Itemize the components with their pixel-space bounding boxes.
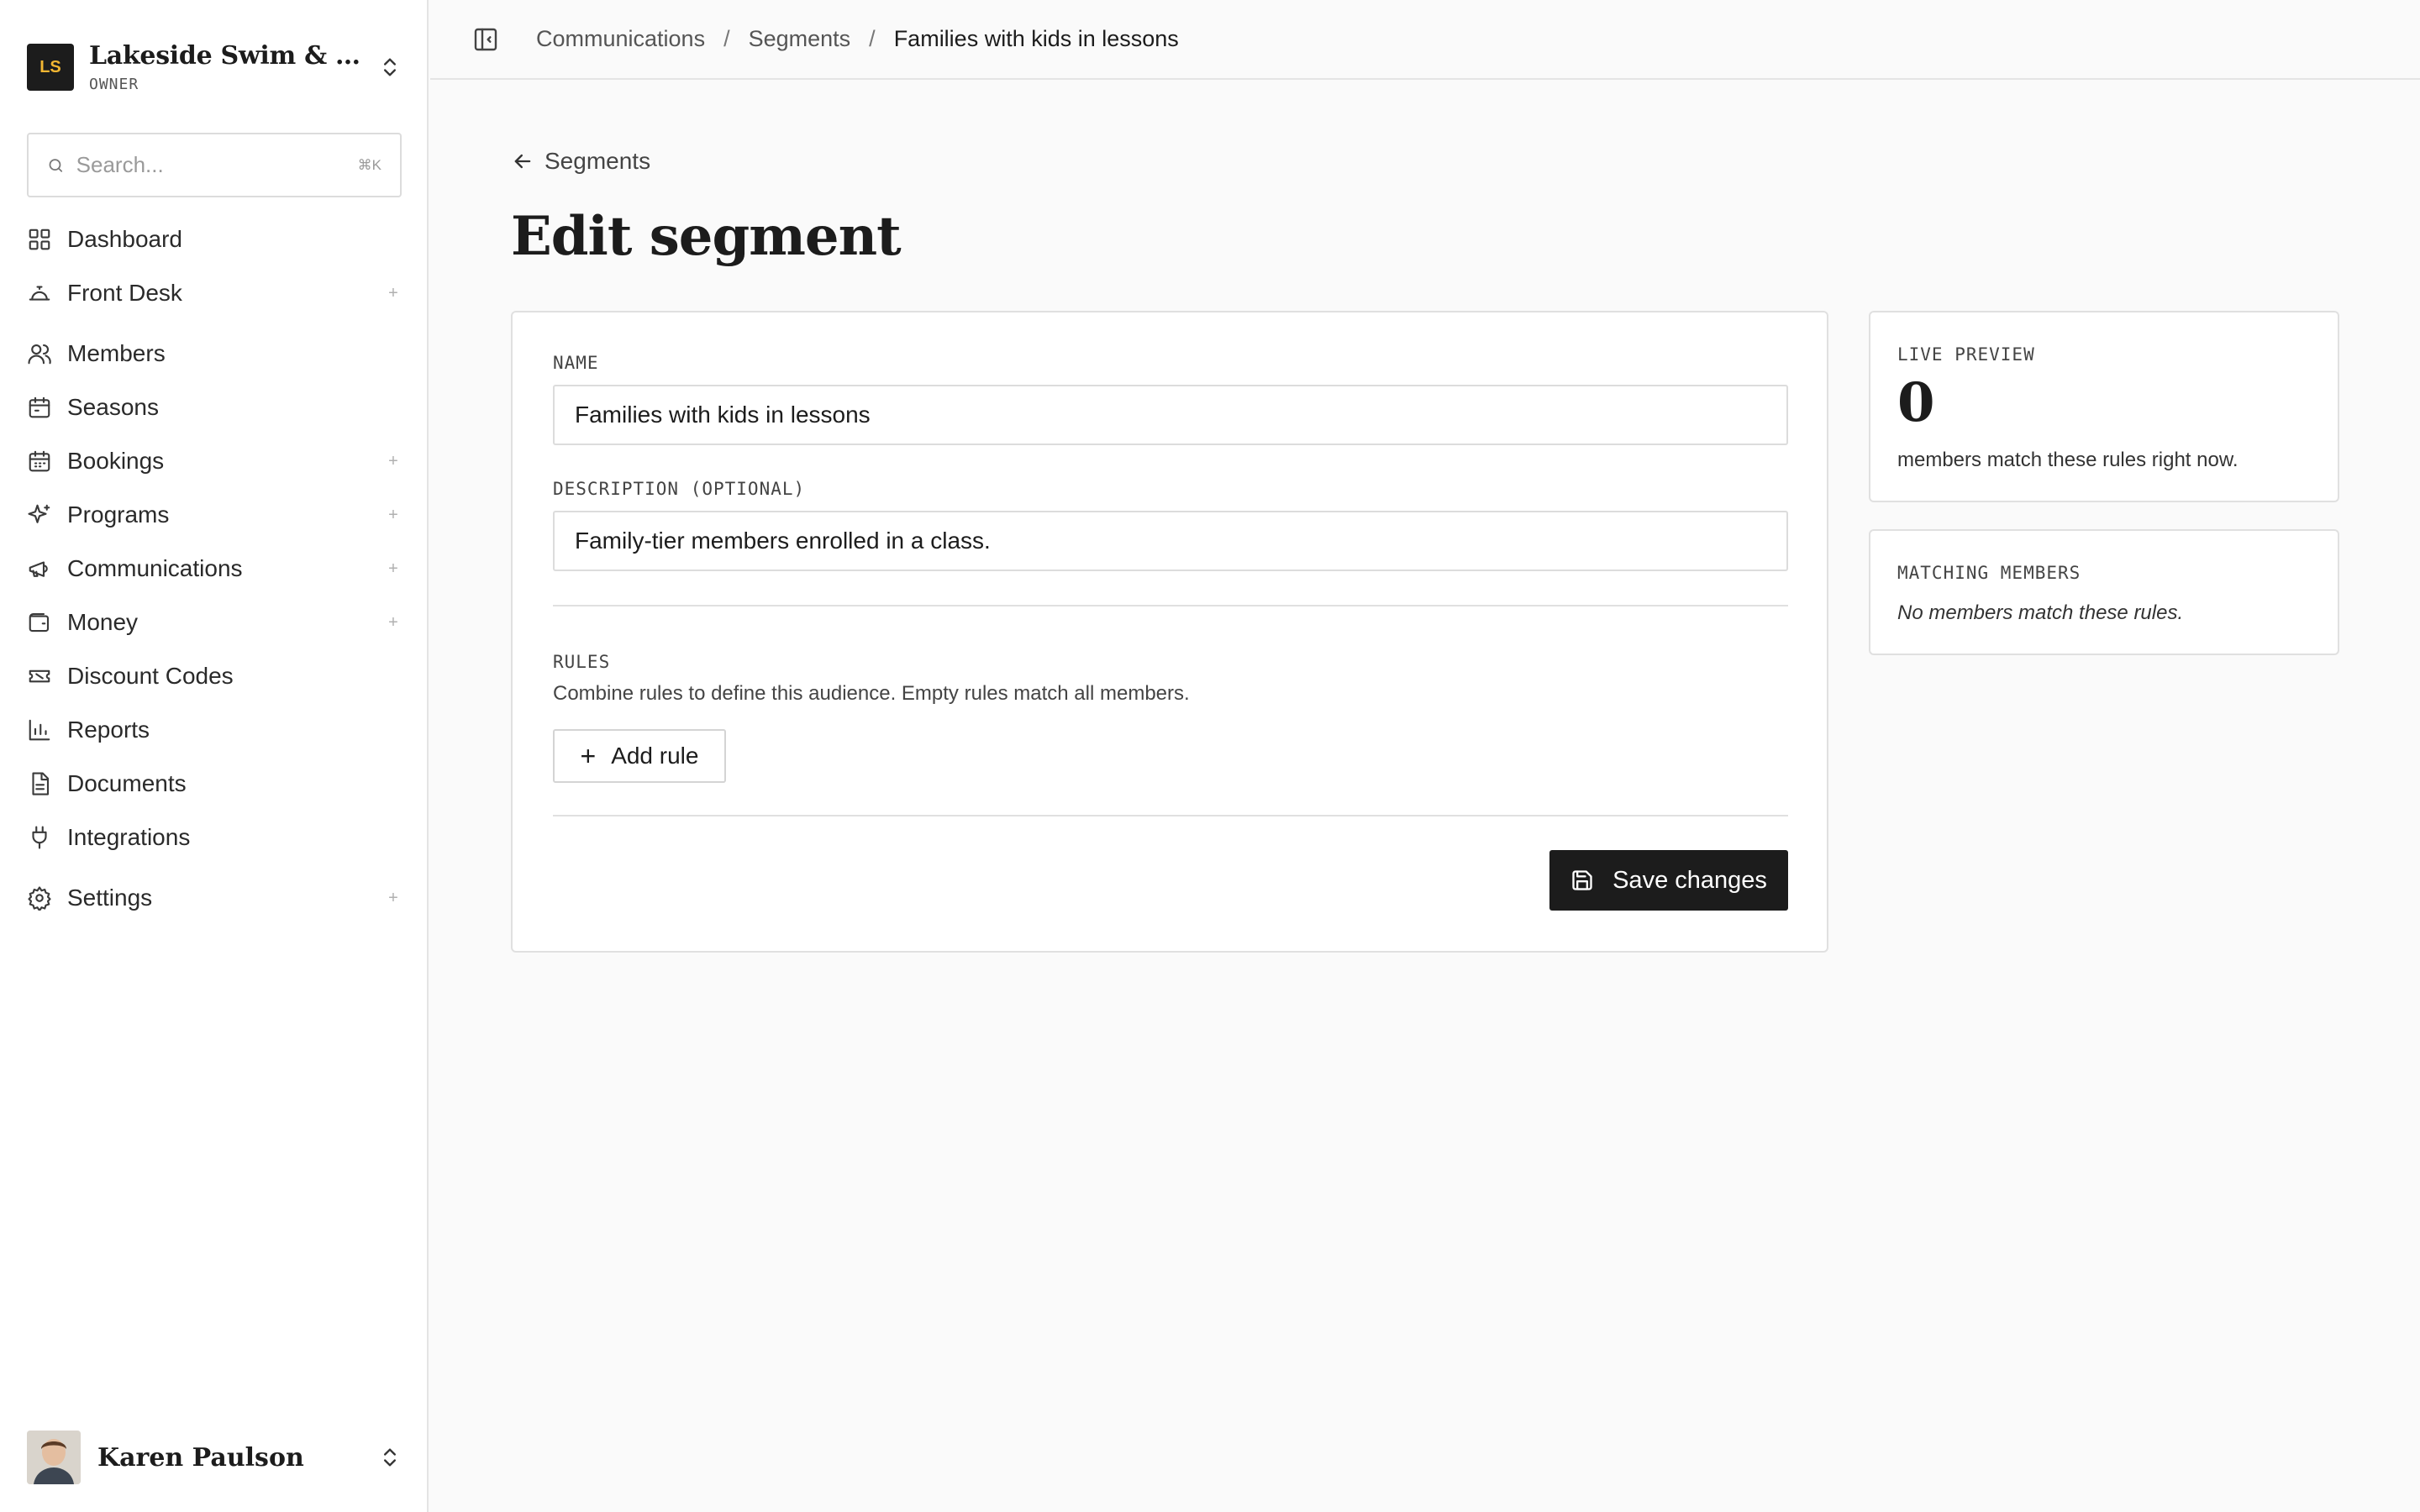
org-logo: LS (27, 44, 74, 91)
matching-members-empty: No members match these rules. (1897, 601, 2184, 624)
sparkles-icon (28, 504, 50, 523)
breadcrumb-segments[interactable]: Segments (749, 26, 851, 52)
sidebar-item-documents[interactable]: Documents (27, 763, 402, 805)
sidebar-item-label: Discount Codes (67, 663, 234, 689)
sidebar-item-money[interactable]: Money + (27, 601, 402, 643)
user-name: Karen Paulson (97, 1442, 304, 1473)
sidebar-item-label: Front Desk (67, 280, 182, 306)
breadcrumb-communications[interactable]: Communications (536, 26, 705, 52)
sidebar-item-bookings[interactable]: Bookings + (27, 440, 402, 482)
sidebar-item-label: Communications (67, 555, 243, 581)
calendar-grid-icon (29, 450, 50, 472)
segment-form-card: NAME DESCRIPTION (OPTIONAL) RULES Combin… (511, 311, 1828, 953)
expand-plus-icon[interactable]: + (385, 452, 402, 471)
sidebar-toggle-icon[interactable] (472, 26, 499, 53)
bell-icon (29, 286, 50, 301)
sidebar-item-dashboard[interactable]: Dashboard (27, 218, 402, 260)
breadcrumb: Communications / Segments / Families wit… (536, 26, 1179, 52)
gear-icon (28, 886, 51, 911)
sidebar-item-programs[interactable]: Programs + (27, 494, 402, 536)
chevron-up-down-icon (384, 1448, 396, 1467)
search-icon (49, 158, 63, 172)
back-link-label: Segments (544, 148, 651, 174)
add-rule-label: Add rule (611, 743, 699, 769)
search-shortcut: ⌘K (357, 156, 381, 173)
expand-plus-icon[interactable]: + (385, 284, 402, 303)
sidebar-item-reports[interactable]: Reports (27, 709, 402, 751)
topbar: Communications / Segments / Families wit… (430, 0, 2420, 80)
plus-icon: + (580, 741, 597, 771)
name-input[interactable] (553, 385, 1788, 445)
sidebar-item-settings[interactable]: Settings + (27, 877, 402, 919)
calendar-icon (29, 396, 50, 418)
sidebar-item-label: Dashboard (67, 226, 182, 252)
sidebar-item-label: Programs (67, 501, 170, 528)
search-input[interactable] (76, 152, 358, 178)
save-changes-button[interactable]: Save changes (1549, 850, 1788, 911)
rules-label: RULES (553, 652, 611, 672)
description-input[interactable] (553, 511, 1788, 571)
sidebar-item-label: Money (67, 609, 139, 635)
expand-plus-icon[interactable]: + (385, 506, 402, 525)
matching-members-card: MATCHING MEMBERS No members match these … (1869, 529, 2339, 655)
breadcrumb-separator: / (869, 26, 876, 51)
org-switcher[interactable]: LS Lakeside Swim & Tennis Club OWNER (27, 41, 402, 93)
sidebar-item-seasons[interactable]: Seasons (27, 386, 402, 428)
sidebar-item-label: Settings (67, 885, 153, 911)
avatar (27, 1431, 81, 1484)
save-changes-label: Save changes (1612, 866, 1767, 894)
page-title: Edit segment (511, 205, 902, 268)
search-box[interactable]: ⌘K (27, 133, 402, 197)
save-icon (1572, 870, 1592, 890)
org-role: OWNER (89, 76, 139, 93)
sidebar-item-label: Seasons (67, 394, 159, 420)
divider (553, 815, 1788, 816)
sidebar-item-integrations[interactable]: Integrations (27, 816, 402, 858)
org-name: Lakeside Swim & Tennis Club (89, 41, 370, 71)
users-icon (28, 344, 51, 365)
sidebar-item-label: Integrations (67, 824, 191, 850)
divider (553, 605, 1788, 606)
name-label: NAME (553, 353, 599, 373)
sidebar-item-front-desk[interactable]: Front Desk + (27, 272, 402, 314)
sidebar-item-communications[interactable]: Communications + (27, 548, 402, 590)
rules-hint: Combine rules to define this audience. E… (553, 682, 1190, 705)
sidebar-item-label: Reports (67, 717, 150, 743)
grid-icon (29, 228, 50, 250)
ticket-icon (29, 669, 50, 683)
live-preview-label: LIVE PREVIEW (1897, 344, 2035, 365)
expand-plus-icon[interactable]: + (385, 889, 402, 908)
arrow-left-icon (514, 154, 531, 169)
sidebar-item-discount-codes[interactable]: Discount Codes (27, 655, 402, 697)
sidebar-item-members[interactable]: Members (27, 333, 402, 375)
match-count: 0 (1897, 371, 1935, 434)
matching-members-label: MATCHING MEMBERS (1897, 563, 2081, 583)
live-preview-card: LIVE PREVIEW 0 members match these rules… (1869, 311, 2339, 502)
add-rule-button[interactable]: + Add rule (553, 729, 726, 783)
wallet-icon (29, 612, 50, 633)
expand-plus-icon[interactable]: + (385, 613, 402, 633)
back-link[interactable]: Segments (511, 148, 650, 175)
megaphone-icon (29, 561, 48, 577)
user-menu[interactable]: Karen Paulson (27, 1430, 402, 1485)
bar-chart-icon (29, 719, 50, 741)
breadcrumb-separator: / (723, 26, 730, 51)
chevron-up-down-icon (384, 58, 396, 76)
sidebar-item-label: Members (67, 340, 166, 366)
sidebar: LS Lakeside Swim & Tennis Club OWNER ⌘K … (0, 0, 429, 1512)
breadcrumb-current: Families with kids in lessons (893, 26, 1179, 51)
sidebar-item-label: Bookings (67, 448, 165, 474)
plug-icon (32, 826, 47, 849)
description-label: DESCRIPTION (OPTIONAL) (553, 479, 806, 499)
document-icon (32, 772, 50, 795)
expand-plus-icon[interactable]: + (385, 559, 402, 579)
match-count-text: members match these rules right now. (1897, 449, 2238, 471)
sidebar-item-label: Documents (67, 770, 187, 796)
